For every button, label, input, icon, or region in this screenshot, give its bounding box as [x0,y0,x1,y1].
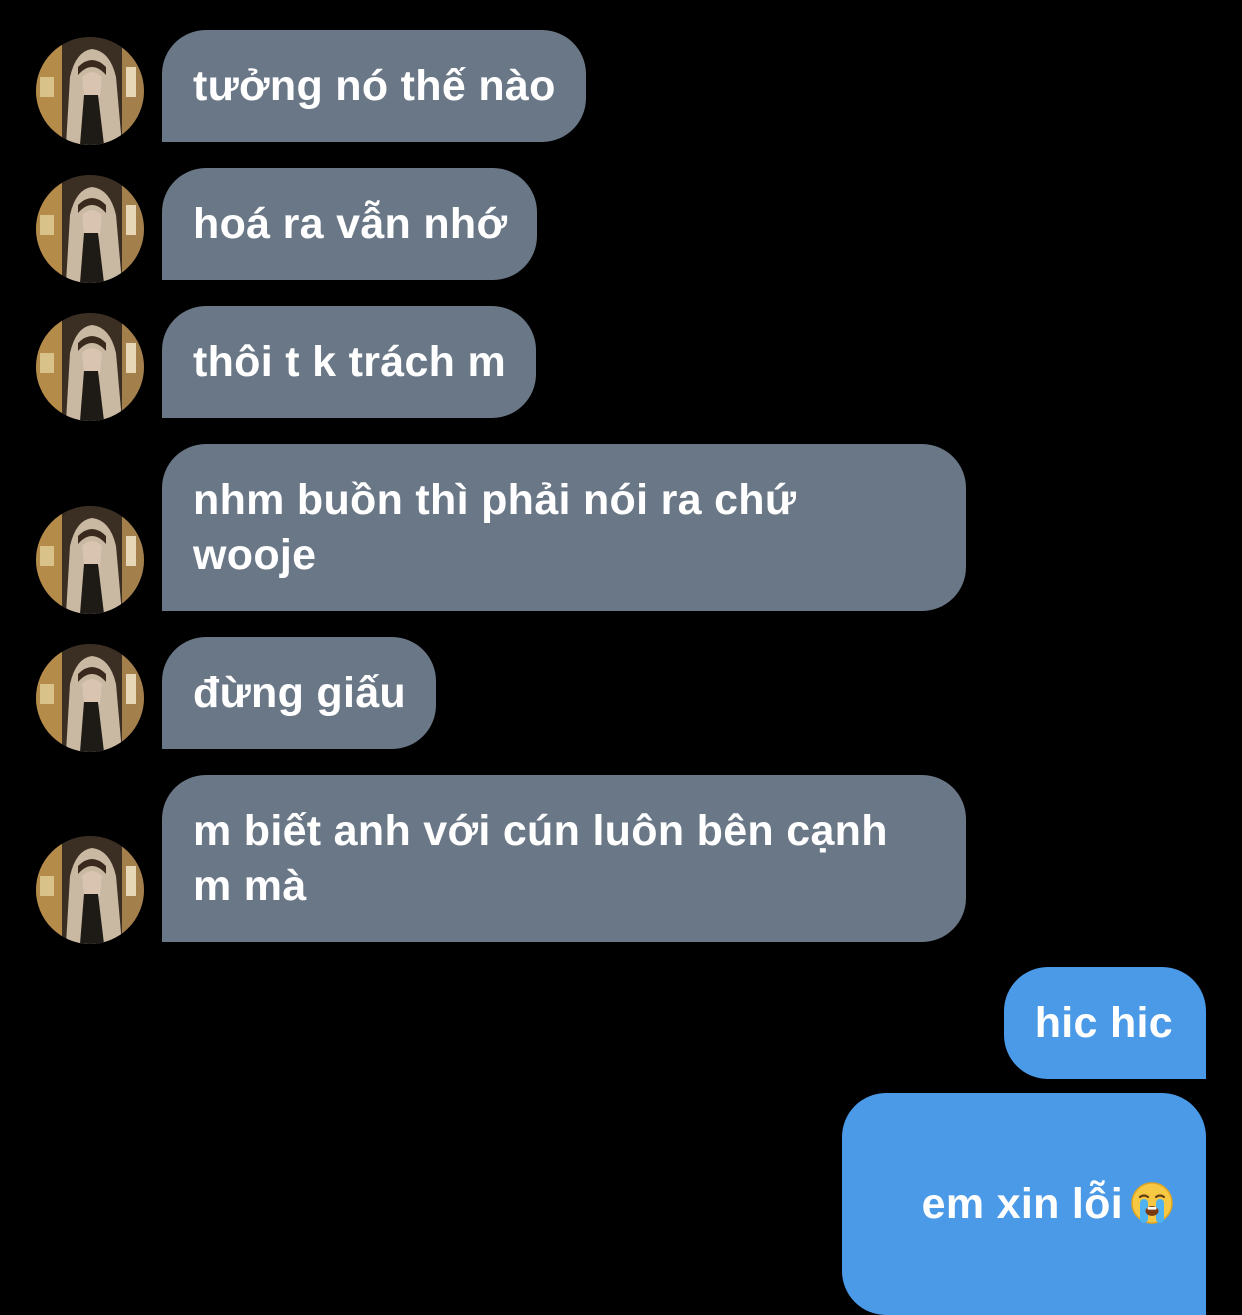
incoming-message-bubble[interactable]: thôi t k trách m [162,306,537,418]
contact-avatar[interactable] [36,836,144,944]
outgoing-message-bubble[interactable]: hic hic [1003,967,1206,1079]
contact-avatar[interactable] [36,644,144,752]
outgoing-message-text: em xin lỗi [921,1180,1123,1228]
incoming-message-bubble[interactable]: tưởng nó thế nào [162,30,586,142]
incoming-message-bubble[interactable]: hoá ra vẫn nhớ [162,168,538,280]
incoming-message-bubble[interactable]: đừng giấu [162,637,436,749]
contact-avatar[interactable] [36,313,144,421]
contact-avatar[interactable] [36,175,144,283]
incoming-message-bubble[interactable]: m biết anh với cún luôn bên cạnh m mà [162,775,966,942]
contact-avatar[interactable] [36,506,144,614]
outgoing-message-bubble[interactable]: em xin lỗi [841,1093,1206,1315]
incoming-message-bubble[interactable]: nhm buồn thì phải nói ra chứ wooje [162,444,966,611]
contact-avatar[interactable] [36,37,144,145]
